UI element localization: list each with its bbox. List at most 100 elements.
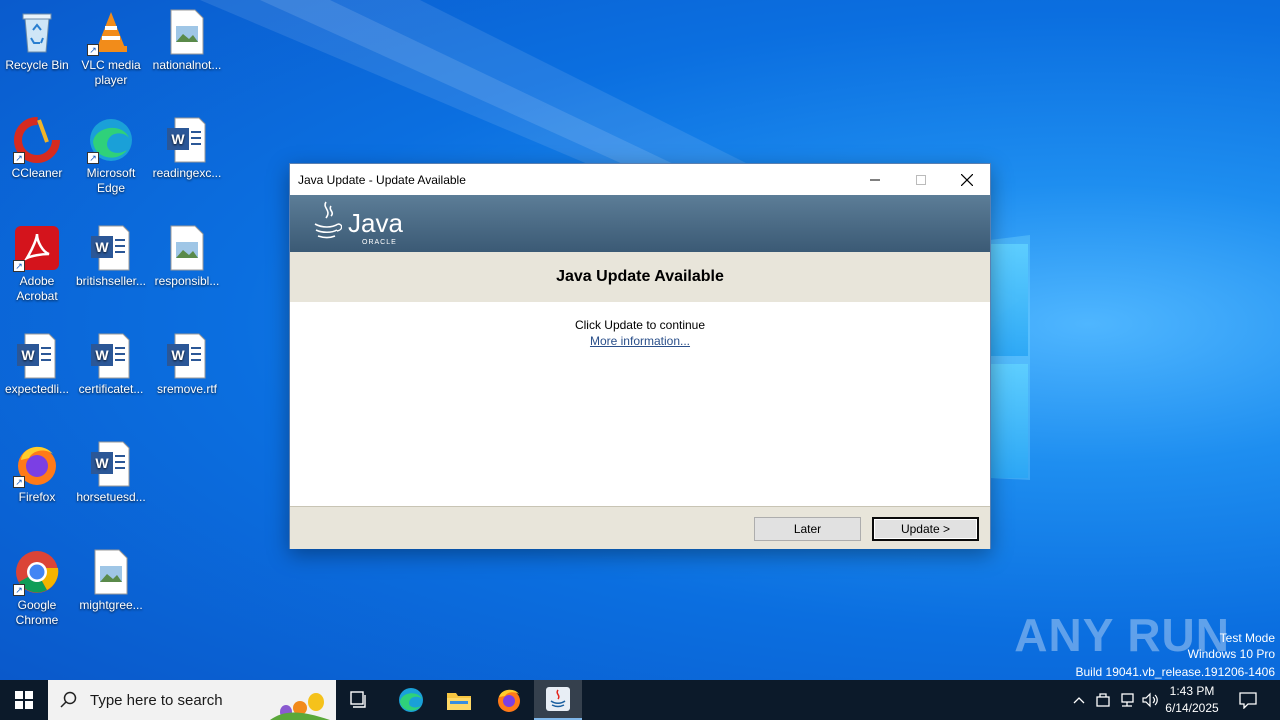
network-icon xyxy=(1121,693,1134,707)
search-placeholder: Type here to search xyxy=(90,691,223,709)
windows-logo-pane-top xyxy=(991,244,1028,356)
word-doc-icon: W xyxy=(13,332,61,380)
build-label: Build 19041.vb_release.191206-1406 xyxy=(1075,665,1276,679)
desktop-icon-label: VLC media player xyxy=(81,58,141,87)
windows-edition-label: Windows 10 Pro xyxy=(1187,647,1275,661)
window-titlebar[interactable]: Java Update - Update Available xyxy=(290,164,990,195)
more-information-link[interactable]: More information... xyxy=(590,334,690,348)
action-center-button[interactable] xyxy=(1232,680,1264,720)
desktop-icon-label: britishseller... xyxy=(75,274,147,288)
desktop-icon-edge[interactable]: ↗ Microsoft Edge xyxy=(73,116,149,196)
chrome-icon: ↗ xyxy=(13,548,61,596)
firefox-icon xyxy=(498,689,520,712)
desktop-icon-label: responsibl... xyxy=(154,274,220,288)
desktop-icon-horsetuesd[interactable]: W horsetuesd... xyxy=(73,440,149,505)
word-doc-icon: W xyxy=(87,440,135,488)
desktop-icon-label: readingexc... xyxy=(152,166,222,180)
desktop-icon-label: CCleaner xyxy=(11,166,63,180)
shortcut-arrow-icon: ↗ xyxy=(13,152,25,164)
shortcut-arrow-icon: ↗ xyxy=(13,584,25,596)
desktop-icon-label: Microsoft Edge xyxy=(86,166,136,195)
test-mode-label: Test Mode xyxy=(1219,631,1275,645)
task-view-button[interactable] xyxy=(336,680,384,720)
desktop-icon-responsibl[interactable]: responsibl... xyxy=(149,224,225,289)
search-icon xyxy=(60,691,77,708)
dialog-message: Click Update to continue xyxy=(574,318,706,332)
dialog-footer: Later Update > xyxy=(290,506,990,549)
taskbar-clock[interactable]: 1:43 PM 6/14/2025 xyxy=(1152,683,1232,717)
image-file-icon xyxy=(87,548,135,596)
svg-text:W: W xyxy=(95,347,109,363)
desktop-icon-label: Recycle Bin xyxy=(5,58,69,72)
taskbar-search-box[interactable]: Type here to search xyxy=(48,680,336,720)
clock-date: 6/14/2025 xyxy=(1165,701,1219,715)
desktop-icon-adobe-acrobat[interactable]: ↗ Adobe Acrobat xyxy=(0,224,75,304)
shortcut-arrow-icon: ↗ xyxy=(87,44,99,56)
desktop-icon-readingexc[interactable]: W readingexc... xyxy=(149,116,225,181)
word-doc-icon: W xyxy=(163,332,211,380)
java-coffee-cup-icon xyxy=(314,201,342,239)
acrobat-icon: ↗ xyxy=(13,224,61,272)
tray-device-button[interactable] xyxy=(1092,680,1114,720)
chevron-up-icon xyxy=(1073,697,1085,704)
svg-text:W: W xyxy=(171,131,185,147)
desktop-icon-ccleaner[interactable]: ↗ CCleaner xyxy=(0,116,75,181)
java-banner: Java ORACLE xyxy=(290,195,990,252)
minimize-icon xyxy=(870,179,880,180)
svg-text:W: W xyxy=(21,347,35,363)
svg-text:W: W xyxy=(95,455,109,471)
desktop-icon-mightgree[interactable]: mightgree... xyxy=(73,548,149,613)
close-button[interactable] xyxy=(944,164,990,195)
desktop-icon-label: Google Chrome xyxy=(15,598,59,627)
java-icon xyxy=(546,687,570,711)
desktop-icon-certificatet[interactable]: W certificatet... xyxy=(73,332,149,397)
taskbar-file-explorer[interactable] xyxy=(435,680,483,720)
recycle-bin-icon xyxy=(13,8,61,56)
desktop-icon-label: sremove.rtf xyxy=(156,382,217,396)
network-button[interactable] xyxy=(1116,680,1138,720)
dialog-content: Click Update to continue More informatio… xyxy=(290,302,990,506)
desktop-icon-sremove[interactable]: W sremove.rtf xyxy=(149,332,225,397)
word-doc-icon: W xyxy=(87,332,135,380)
ccleaner-icon: ↗ xyxy=(13,116,61,164)
minimize-button[interactable] xyxy=(852,164,898,195)
shortcut-arrow-icon: ↗ xyxy=(87,152,99,164)
start-button[interactable] xyxy=(0,680,48,720)
svg-text:W: W xyxy=(171,347,185,363)
taskbar-java-update[interactable] xyxy=(534,680,582,720)
desktop-icon-vlc[interactable]: ↗ VLC media player xyxy=(73,8,149,88)
desktop-icon-google-chrome[interactable]: ↗ Google Chrome xyxy=(0,548,75,628)
image-file-icon xyxy=(163,224,211,272)
desktop-icon-firefox[interactable]: ↗ Firefox xyxy=(0,440,75,505)
show-hidden-icons-button[interactable] xyxy=(1068,680,1090,720)
svg-text:W: W xyxy=(95,239,109,255)
desktop-icon-label: Adobe Acrobat xyxy=(16,274,58,303)
search-flowers-decoration-icon xyxy=(270,693,330,720)
clock-time: 1:43 PM xyxy=(1169,684,1215,698)
desktop-icon-label: expectedli... xyxy=(4,382,70,396)
window-title: Java Update - Update Available xyxy=(298,172,466,187)
taskbar: Type here to search 1:43 PM 6/14/2025 xyxy=(0,680,1280,720)
desktop-icon-recycle-bin[interactable]: Recycle Bin xyxy=(0,8,75,73)
taskbar-edge[interactable] xyxy=(387,680,435,720)
edge-icon: ↗ xyxy=(87,116,135,164)
update-button[interactable]: Update > xyxy=(872,517,979,541)
desktop-icon-label: mightgree... xyxy=(79,598,143,612)
word-doc-icon: W xyxy=(87,224,135,272)
maximize-icon xyxy=(916,174,926,185)
desktop-icon-expectedli[interactable]: W expectedli... xyxy=(0,332,75,397)
oracle-wordmark: ORACLE xyxy=(362,239,397,246)
word-doc-icon: W xyxy=(163,116,211,164)
device-icon xyxy=(1096,693,1110,707)
taskbar-firefox[interactable] xyxy=(485,680,533,720)
desktop-icon-nationalnot[interactable]: nationalnot... xyxy=(149,8,225,73)
desktop-icon-label: horsetuesd... xyxy=(76,490,146,504)
folder-icon xyxy=(447,693,471,710)
edge-icon xyxy=(399,688,423,712)
windows-start-icon xyxy=(15,691,33,709)
maximize-button[interactable] xyxy=(898,164,944,195)
desktop-icon-britishseller[interactable]: W britishseller... xyxy=(73,224,149,289)
later-button[interactable]: Later xyxy=(754,517,861,541)
java-wordmark: Java xyxy=(348,208,403,238)
shortcut-arrow-icon: ↗ xyxy=(13,260,25,272)
